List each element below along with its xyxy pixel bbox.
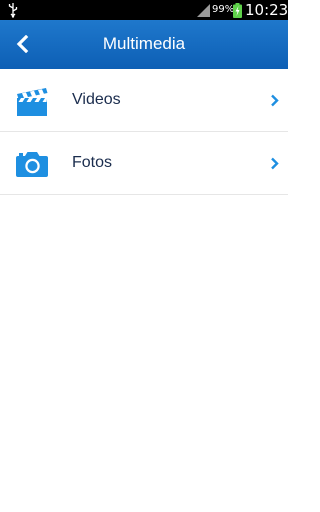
chevron-right-icon [271,94,279,107]
menu-item-fotos[interactable]: Fotos [0,132,288,195]
battery-percent: 99% [212,4,235,15]
clock: 10:23 [245,1,289,19]
battery-charging-icon [233,3,242,18]
clapperboard-icon [17,88,48,116]
signal-icon [197,4,210,17]
menu-item-videos[interactable]: Videos [0,69,288,132]
camera-icon [16,152,48,177]
menu-item-label: Fotos [72,154,113,171]
status-bar: 99% 10:23 [0,0,288,20]
app-header: Multimedia [0,20,288,69]
usb-icon [8,3,18,18]
chevron-right-icon [271,157,279,170]
page-title: Multimedia [102,34,186,53]
menu-list: Videos Fotos [0,69,288,195]
menu-item-label: Videos [72,91,121,108]
